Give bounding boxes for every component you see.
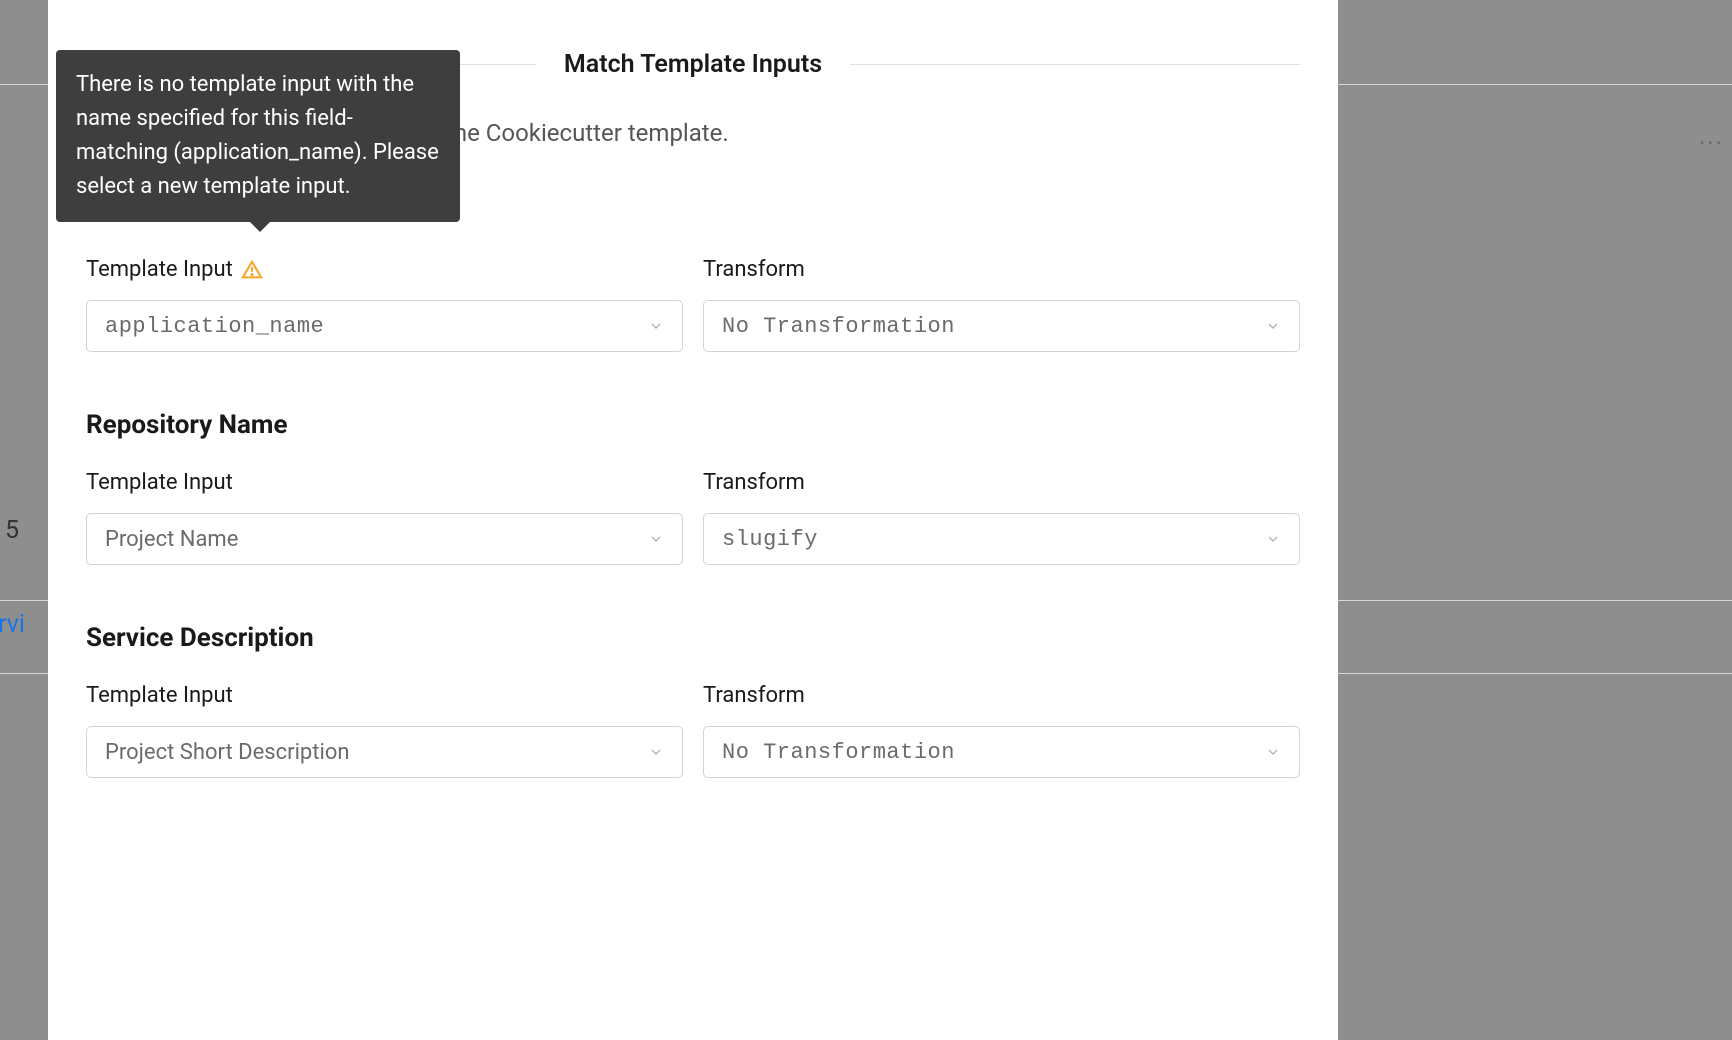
template-input-column: Template Input Project Short Description [86,683,683,778]
template-input-label: Template Input [86,470,683,495]
backdrop-row-number: 5 [5,516,19,545]
transform-label: Transform [703,683,1300,708]
select-value: slugify [722,527,818,552]
chevron-down-icon [1265,744,1281,760]
divider [850,64,1300,65]
field-row: Template Input application_name [86,257,1300,352]
transform-select[interactable]: slugify [703,513,1300,565]
transform-column: Transform slugify [703,470,1300,565]
template-input-select[interactable]: Project Name [86,513,683,565]
transform-column: Transform No Transformation [703,257,1300,352]
more-icon[interactable]: ... [1699,122,1724,150]
chevron-down-icon [648,744,664,760]
field-group-repository-name: Repository Name Template Input Project N… [86,410,1300,565]
select-value: Project Name [105,527,238,552]
template-input-label: Template Input [86,257,683,282]
chevron-down-icon [1265,531,1281,547]
backdrop-link[interactable]: Servi [0,610,25,639]
group-title: Service Description [86,623,1300,653]
label-text: Template Input [86,257,233,282]
transform-column: Transform No Transformation [703,683,1300,778]
label-text: Transform [703,470,805,495]
label-text: Transform [703,683,805,708]
field-row: Template Input Project Name Transform sl… [86,470,1300,565]
transform-label: Transform [703,470,1300,495]
chevron-down-icon [648,318,664,334]
select-value: No Transformation [722,740,955,765]
group-title: Repository Name [86,410,1300,440]
template-input-select[interactable]: application_name [86,300,683,352]
chevron-down-icon [1265,318,1281,334]
transform-select[interactable]: No Transformation [703,300,1300,352]
label-text: Template Input [86,683,233,708]
label-text: Transform [703,257,805,282]
select-value: application_name [105,314,324,339]
template-input-column: Template Input Project Name [86,470,683,565]
warning-tooltip: There is no template input with the name… [56,50,460,222]
field-group-service-description: Service Description Template Input Proje… [86,623,1300,778]
field-row: Template Input Project Short Description… [86,683,1300,778]
chevron-down-icon [648,531,664,547]
label-text: Template Input [86,470,233,495]
template-input-column: Template Input application_name [86,257,683,352]
transform-select[interactable]: No Transformation [703,726,1300,778]
template-input-label: Template Input [86,683,683,708]
section-title: Match Template Inputs [536,50,850,79]
select-value: Project Short Description [105,740,350,765]
select-value: No Transformation [722,314,955,339]
warning-icon [241,259,263,281]
transform-label: Transform [703,257,1300,282]
template-input-select[interactable]: Project Short Description [86,726,683,778]
